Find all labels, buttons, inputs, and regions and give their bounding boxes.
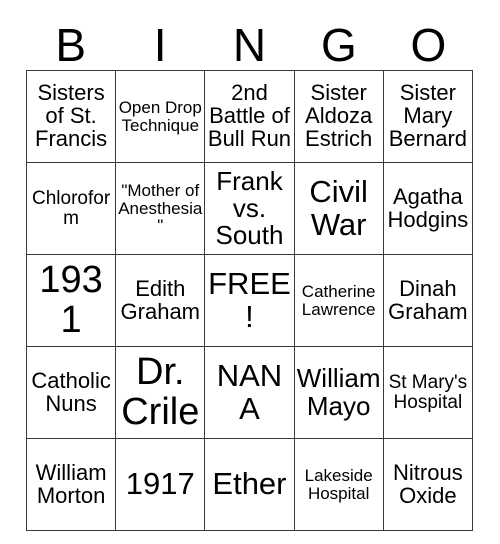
bingo-cell-label: Edith Graham bbox=[120, 275, 201, 324]
bingo-cell-label: Nitrous Oxide bbox=[393, 459, 463, 508]
bingo-cell[interactable]: Catholic Nuns bbox=[25, 346, 117, 439]
bingo-cell[interactable]: Edith Graham bbox=[115, 254, 206, 347]
bingo-cell[interactable]: "Mother of Anesthesia" bbox=[115, 162, 206, 255]
bingo-cell-label: St Mary's Hospital bbox=[388, 371, 468, 413]
bingo-cell[interactable]: Dr. Crile bbox=[115, 346, 206, 439]
bingo-cell[interactable]: Chloroform bbox=[25, 162, 117, 255]
bingo-cell[interactable]: NANA bbox=[204, 346, 295, 439]
bingo-cell-label: Agatha Hodgins bbox=[387, 183, 469, 232]
bingo-cell[interactable]: William Morton bbox=[25, 438, 117, 531]
bingo-card: B I N G O Sisters of St. Francis Open Dr… bbox=[25, 14, 474, 531]
bingo-cell-label: Sister Aldoza Estrich bbox=[305, 80, 373, 151]
bingo-cell-label: "Mother of Anesthesia" bbox=[118, 180, 203, 236]
bingo-header-letter-o: O bbox=[410, 19, 447, 71]
bingo-cell[interactable]: Frank vs. South bbox=[204, 162, 295, 255]
bingo-cell-label: NANA bbox=[216, 358, 283, 426]
bingo-row: Sisters of St. Francis Open Drop Techniq… bbox=[25, 70, 474, 163]
bingo-free-space-label: FREE! bbox=[208, 266, 291, 334]
bingo-cell-label: William Mayo bbox=[296, 363, 381, 421]
bingo-row: William Morton 1917 Ether Lakeside Hospi… bbox=[25, 438, 474, 531]
bingo-row: Chloroform "Mother of Anesthesia" Frank … bbox=[25, 162, 474, 255]
bingo-cell[interactable]: Open Drop Technique bbox=[115, 70, 206, 163]
bingo-cell[interactable]: William Mayo bbox=[293, 346, 384, 439]
bingo-cell[interactable]: Nitrous Oxide bbox=[382, 438, 474, 531]
bingo-cell-label: 1931 bbox=[39, 258, 103, 341]
bingo-cell[interactable]: Lakeside Hospital bbox=[293, 438, 384, 531]
bingo-cell-label: Lakeside Hospital bbox=[304, 465, 373, 503]
bingo-cell-free[interactable]: FREE! bbox=[204, 254, 295, 347]
bingo-header-letter-i: I bbox=[153, 19, 167, 71]
bingo-cell[interactable]: Dinah Graham bbox=[382, 254, 474, 347]
bingo-cell[interactable]: Agatha Hodgins bbox=[382, 162, 474, 255]
bingo-row: 1931 Edith Graham FREE! Catherine Lawren… bbox=[25, 254, 474, 347]
bingo-grid: Sisters of St. Francis Open Drop Techniq… bbox=[25, 70, 474, 531]
bingo-cell[interactable]: St Mary's Hospital bbox=[382, 346, 474, 439]
bingo-cell-label: William Morton bbox=[35, 459, 107, 508]
bingo-cell[interactable]: Sisters of St. Francis bbox=[25, 70, 117, 163]
bingo-header-letter-b: B bbox=[55, 19, 87, 71]
bingo-header-row: B I N G O bbox=[26, 14, 473, 70]
bingo-cell-label: Dr. Crile bbox=[121, 350, 200, 433]
bingo-cell-label: Sister Mary Bernard bbox=[388, 80, 468, 151]
bingo-cell[interactable]: 1917 bbox=[115, 438, 206, 531]
bingo-cell[interactable]: 2nd Battle of Bull Run bbox=[204, 70, 295, 163]
bingo-cell[interactable]: Catherine Lawrence bbox=[293, 254, 384, 347]
bingo-cell-label: Frank vs. South bbox=[215, 165, 284, 251]
bingo-cell[interactable]: Sister Aldoza Estrich bbox=[293, 70, 384, 163]
bingo-cell-label: Sisters of St. Francis bbox=[35, 80, 108, 151]
bingo-cell[interactable]: Ether bbox=[204, 438, 295, 531]
bingo-row: Catholic Nuns Dr. Crile NANA William May… bbox=[25, 346, 474, 439]
bingo-cell-label: 2nd Battle of Bull Run bbox=[207, 80, 292, 151]
bingo-cell[interactable]: Sister Mary Bernard bbox=[382, 70, 474, 163]
bingo-cell[interactable]: Civil War bbox=[293, 162, 384, 255]
bingo-cell[interactable]: 1931 bbox=[25, 254, 117, 347]
bingo-cell-label: 1917 bbox=[125, 466, 195, 502]
bingo-cell-label: Ether bbox=[212, 466, 287, 502]
bingo-cell-label: Civil War bbox=[309, 174, 368, 242]
bingo-cell-label: Chloroform bbox=[32, 187, 111, 229]
bingo-header-letter-n: N bbox=[232, 19, 267, 71]
bingo-cell-label: Dinah Graham bbox=[388, 275, 468, 324]
bingo-header-letter-g: G bbox=[321, 19, 357, 71]
bingo-cell-label: Open Drop Technique bbox=[118, 97, 202, 135]
bingo-cell-label: Catholic Nuns bbox=[31, 367, 111, 416]
bingo-cell-label: Catherine Lawrence bbox=[301, 281, 376, 319]
